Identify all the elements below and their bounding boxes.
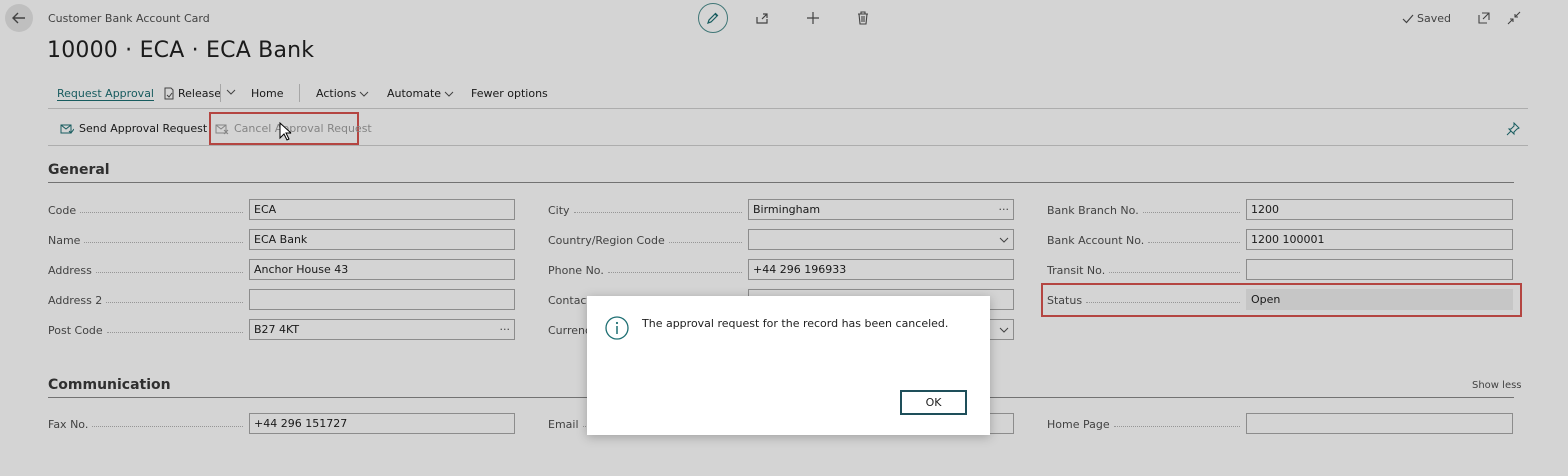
dialog-message: The approval request for the record has … bbox=[642, 317, 949, 330]
info-icon bbox=[605, 316, 629, 340]
ok-button[interactable]: OK bbox=[900, 390, 967, 415]
mouse-cursor-icon bbox=[279, 122, 291, 141]
message-dialog: The approval request for the record has … bbox=[587, 296, 990, 435]
